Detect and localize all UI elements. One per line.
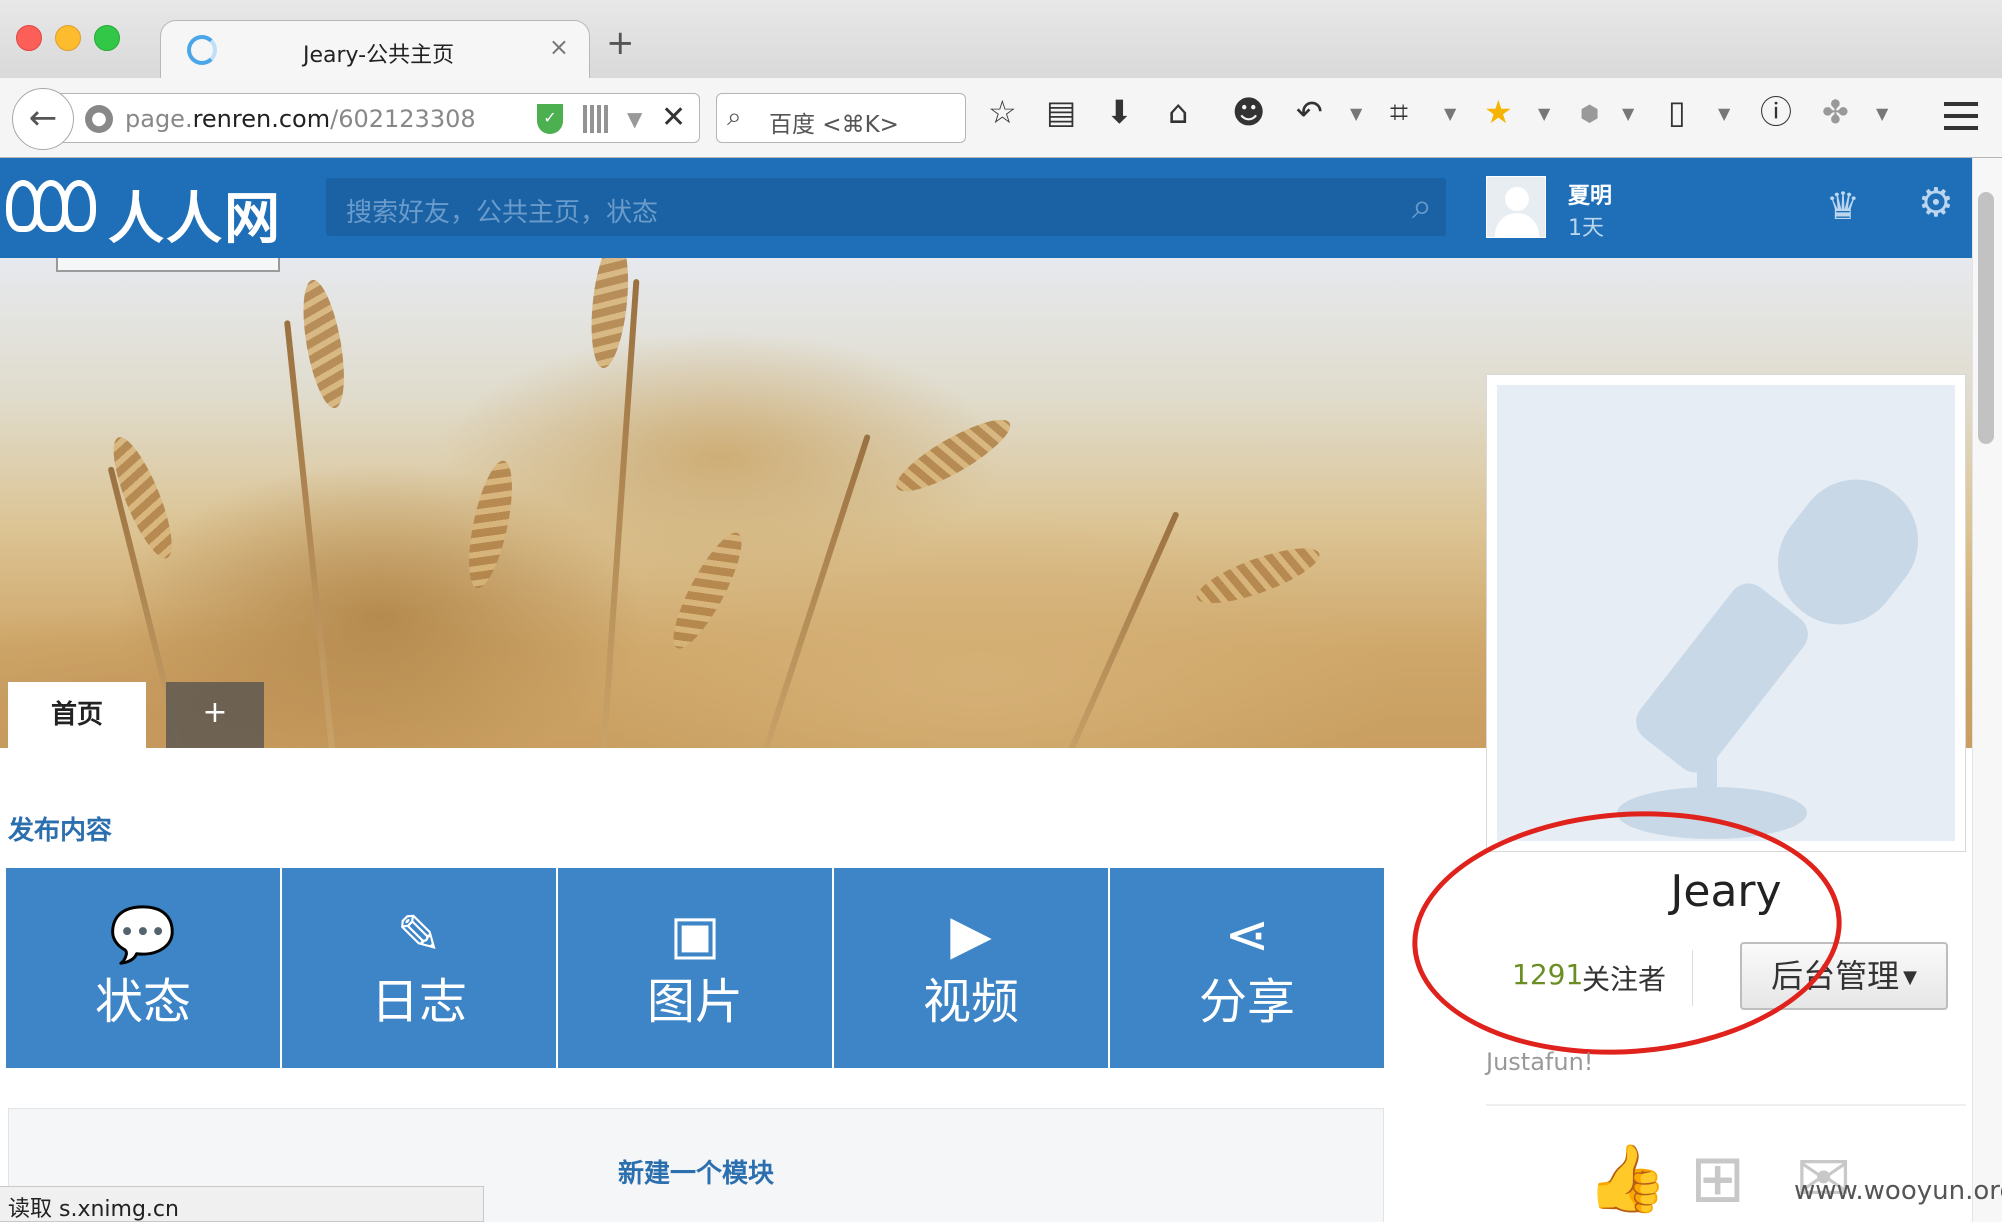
publish-video-button[interactable]: ▶ 视频 — [834, 868, 1108, 1068]
home-icon[interactable]: ⌂ — [1168, 96, 1188, 128]
device-dropdown-icon[interactable]: ▼ — [1718, 106, 1730, 122]
device-icon[interactable]: ▯ — [1668, 96, 1686, 128]
edit-icon: ✎ — [396, 903, 442, 966]
browser-search-input[interactable]: 百度 <⌘K> — [769, 105, 899, 139]
url-bar[interactable]: ● page.renren.com/602123308 ✓ ▼ ✕ — [46, 93, 700, 143]
divider — [1486, 1104, 1966, 1106]
search-icon[interactable]: ⌕ — [1412, 186, 1432, 228]
new-module-link[interactable]: 新建一个模块 — [9, 1153, 1383, 1190]
publish-section-title: 发布内容 — [8, 816, 113, 846]
action-label: 视频 — [922, 974, 1019, 1030]
url-text[interactable]: page.renren.com/602123308 — [125, 105, 476, 133]
image-icon: ▣ — [669, 903, 721, 966]
publish-blog-button[interactable]: ✎ 日志 — [282, 868, 556, 1068]
cover-edit-tab[interactable] — [56, 258, 280, 272]
download-icon[interactable]: ⬇ — [1106, 96, 1133, 128]
site-search-input[interactable]: 搜索好友，公共主页，状态 — [346, 192, 658, 229]
chat-bubble-icon: 💬 — [109, 903, 177, 966]
globe-icon: ● — [85, 105, 113, 133]
action-label: 图片 — [646, 974, 743, 1030]
renren-logo-icon[interactable] — [6, 180, 98, 236]
action-label: 日志 — [370, 974, 467, 1030]
site-header: 人人网 搜索好友，公共主页，状态 ⌕ 夏明 1天 ♛ ⚙ — [0, 158, 1972, 258]
publish-photo-button[interactable]: ▣ 图片 — [558, 868, 832, 1068]
browser-titlebar: Jeary-公共主页 × + — [0, 0, 2002, 80]
share-icon: ⋖ — [1224, 903, 1270, 966]
tab-close-icon[interactable]: × — [549, 33, 569, 61]
crop-dropdown-icon[interactable]: ▼ — [1444, 106, 1456, 122]
watermark: www.wooyun.org — [1794, 1176, 2002, 1206]
adblock-dropdown-icon[interactable]: ▼ — [1622, 106, 1634, 122]
reading-list-icon[interactable]: ▤ — [1046, 96, 1076, 128]
scrollbar-thumb[interactable] — [1978, 192, 1994, 444]
loading-spinner-icon — [187, 35, 217, 65]
url-dropdown-icon[interactable]: ▼ — [627, 107, 642, 131]
window-close-button[interactable] — [16, 25, 42, 51]
adblock-icon[interactable]: ⬢ — [1580, 104, 1599, 126]
gear-icon[interactable]: ⚙ — [1918, 180, 1954, 226]
extension-dropdown-icon[interactable]: ▼ — [1876, 106, 1888, 122]
extension-icon[interactable]: ✤ — [1822, 96, 1849, 128]
profile-picture-frame — [1486, 374, 1966, 852]
favorite-extension-icon[interactable]: ★ — [1484, 96, 1513, 128]
profile-tagline: Justafun! — [1486, 1048, 1594, 1076]
window-maximize-button[interactable] — [94, 25, 120, 51]
undo-dropdown-icon[interactable]: ▼ — [1350, 106, 1362, 122]
browser-status-bar: 读取 s.xnimg.cn — [0, 1186, 484, 1222]
browser-search-bar[interactable]: ⌕ 百度 <⌘K> — [716, 93, 966, 143]
action-label: 分享 — [1198, 974, 1295, 1030]
crown-icon[interactable]: ♛ — [1826, 184, 1860, 228]
hamburger-menu-icon[interactable] — [1944, 102, 1978, 130]
microphone-placeholder-icon[interactable] — [1497, 385, 1955, 841]
follower-label[interactable]: 关注者 — [1582, 958, 1666, 998]
window-minimize-button[interactable] — [55, 25, 81, 51]
thumbs-up-icon[interactable]: 👍 — [1586, 1146, 1668, 1212]
stat-divider — [1692, 950, 1693, 1006]
site-search-box[interactable]: 搜索好友，公共主页，状态 ⌕ — [326, 178, 1446, 236]
publish-share-button[interactable]: ⋖ 分享 — [1110, 868, 1384, 1068]
favorite-dropdown-icon[interactable]: ▼ — [1538, 106, 1550, 122]
follower-count[interactable]: 1291 — [1512, 958, 1583, 991]
password-manager-icon[interactable]: ⓘ — [1760, 96, 1792, 128]
user-avatar[interactable] — [1486, 176, 1546, 238]
user-days: 1天 — [1568, 216, 1604, 241]
new-tab-button[interactable]: + — [606, 26, 635, 60]
caret-down-icon: ▼ — [1903, 967, 1917, 988]
tab-add-button[interactable]: + — [166, 682, 264, 748]
search-icon: ⌕ — [727, 102, 742, 132]
undo-icon[interactable]: ↶ — [1296, 96, 1323, 128]
user-name[interactable]: 夏明 — [1568, 178, 1612, 210]
action-label: 状态 — [94, 974, 191, 1030]
crop-icon[interactable]: ⌗ — [1390, 96, 1408, 128]
bookmark-star-icon[interactable]: ☆ — [988, 96, 1017, 128]
tab-home[interactable]: 首页 — [8, 682, 146, 748]
publish-status-button[interactable]: 💬 状态 — [6, 868, 280, 1068]
stop-loading-icon[interactable]: ✕ — [661, 100, 686, 135]
site-logo-text[interactable]: 人人网 — [108, 174, 282, 255]
shield-icon[interactable]: ✓ — [537, 104, 563, 134]
browser-tab[interactable]: Jeary-公共主页 × — [160, 20, 590, 80]
video-icon: ▶ — [950, 903, 992, 966]
add-page-icon[interactable]: ⊞ — [1690, 1146, 1745, 1212]
admin-manage-button[interactable]: 后台管理 ▼ — [1740, 942, 1948, 1010]
tab-title: Jeary-公共主页 — [303, 43, 455, 68]
qr-code-icon[interactable] — [583, 105, 611, 133]
chat-icon[interactable]: ☻ — [1232, 96, 1265, 128]
profile-name: Jeary — [1670, 866, 1782, 917]
back-button[interactable]: ← — [12, 88, 74, 150]
